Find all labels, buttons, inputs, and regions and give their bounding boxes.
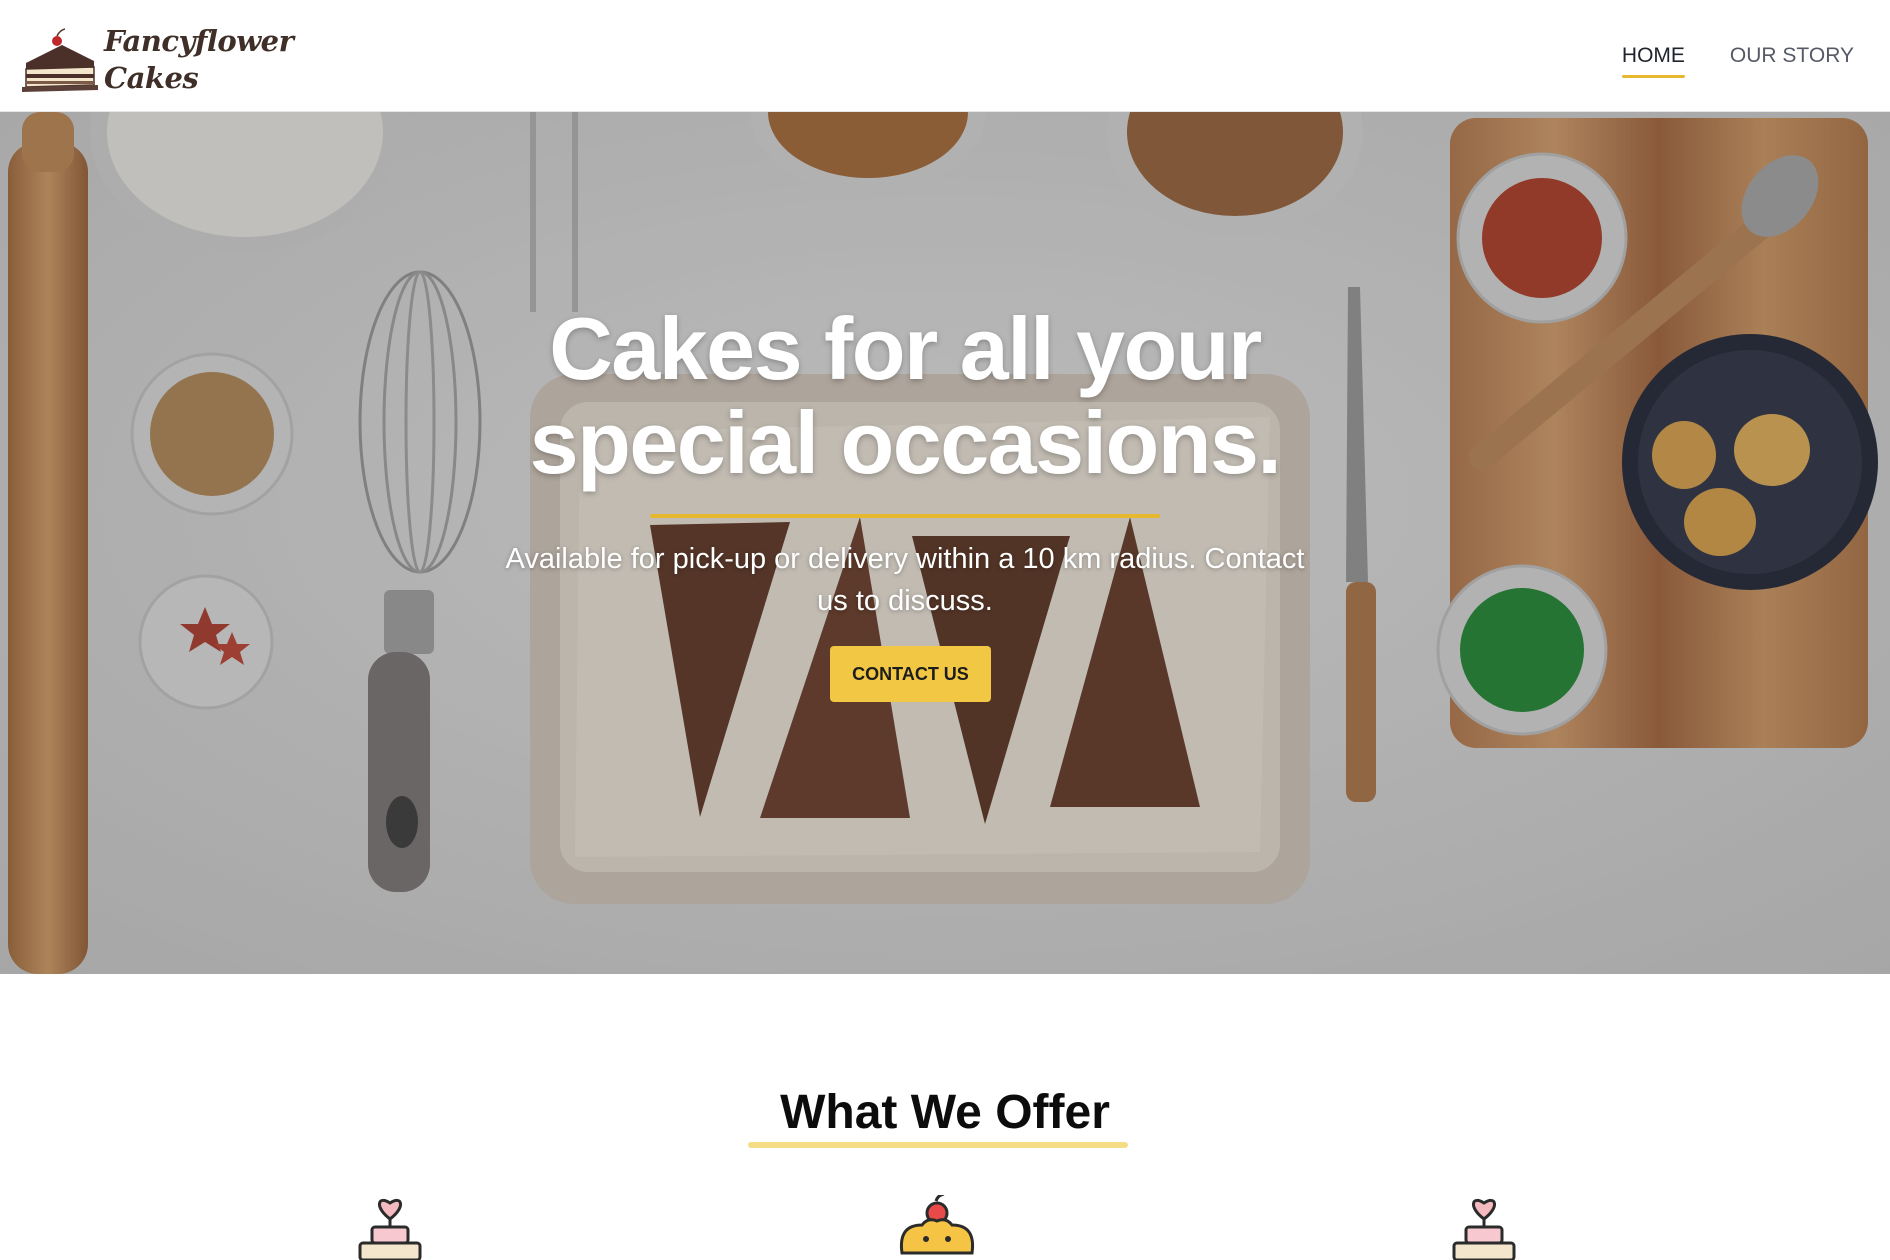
offer-title-underline	[748, 1142, 1128, 1148]
cupcake-cherry-icon	[899, 1195, 975, 1255]
brand-logo[interactable]: Fancyflower Cakes	[22, 22, 294, 98]
nav-item-home[interactable]: HOME	[1621, 44, 1685, 78]
nav-item-our-story[interactable]: OUR STORY	[1730, 44, 1854, 78]
layer-cake-heart-icon	[358, 1198, 422, 1260]
contact-us-button[interactable]: CONTACT US	[830, 646, 991, 702]
hero-section: Cakes for all your special occasions. Av…	[0, 112, 1890, 974]
layer-cake-heart-icon	[1452, 1198, 1516, 1260]
hero-subtitle-line1: Available for pick-up or delivery within…	[505, 543, 1305, 575]
brand-name: Fancyflower Cakes	[104, 23, 294, 97]
hero-title: Cakes for all your special occasions.	[345, 302, 1465, 490]
main-nav: HOME OUR STORY	[1621, 44, 1854, 78]
hero-title-line1: Cakes for all your	[549, 299, 1262, 398]
hero-subtitle-line2: us to discuss.	[817, 585, 993, 617]
site-header: Fancyflower Cakes HOME OUR STORY	[0, 0, 1890, 112]
cake-slice-icon	[22, 28, 98, 92]
hero-divider	[650, 514, 1160, 518]
brand-name-line2: Cakes	[104, 61, 199, 95]
offer-section-title: What We Offer	[780, 1086, 1110, 1139]
hero-subtitle: Available for pick-up or delivery within…	[455, 538, 1355, 622]
brand-name-line1: Fancyflower	[104, 24, 294, 58]
hero-title-line2: special occasions.	[529, 393, 1282, 492]
